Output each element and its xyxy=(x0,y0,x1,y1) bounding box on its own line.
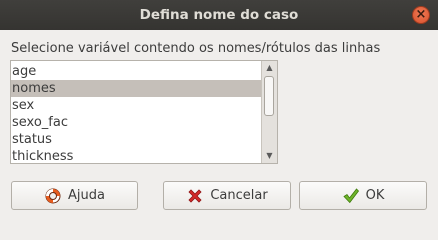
variable-listbox[interactable]: age nomes sex sexo_fac status thickness … xyxy=(10,60,278,164)
list-item-status[interactable]: status xyxy=(11,131,262,148)
list-item-nomes[interactable]: nomes xyxy=(11,80,262,97)
list-scrollbar[interactable]: ▲ ▼ xyxy=(261,61,277,163)
help-button-label: Ajuda xyxy=(68,188,105,203)
window-title: Defina nome do caso xyxy=(139,7,299,23)
list-item-age[interactable]: age xyxy=(11,63,262,80)
scroll-up-arrow-icon[interactable]: ▲ xyxy=(262,61,277,75)
lifebuoy-icon xyxy=(44,187,62,205)
green-checkmark-icon xyxy=(342,187,360,205)
scroll-down-arrow-icon[interactable]: ▼ xyxy=(262,149,277,163)
scroll-thumb[interactable] xyxy=(264,76,274,116)
list-item-thickness[interactable]: thickness xyxy=(11,148,262,163)
list-item-sexo-fac[interactable]: sexo_fac xyxy=(11,114,262,131)
red-x-icon xyxy=(186,187,204,205)
list-item-sex[interactable]: sex xyxy=(11,97,262,114)
ok-button[interactable]: OK xyxy=(299,181,427,210)
help-button[interactable]: Ajuda xyxy=(11,181,138,210)
close-button[interactable]: × xyxy=(412,6,430,24)
close-icon: × xyxy=(415,7,427,22)
list-prompt-label: Selecione variável contendo os nomes/rót… xyxy=(11,41,381,56)
cancel-button[interactable]: Cancelar xyxy=(163,181,291,210)
title-bar[interactable]: Defina nome do caso × xyxy=(0,0,438,30)
cancel-button-label: Cancelar xyxy=(210,188,268,203)
ok-button-label: OK xyxy=(365,188,385,203)
